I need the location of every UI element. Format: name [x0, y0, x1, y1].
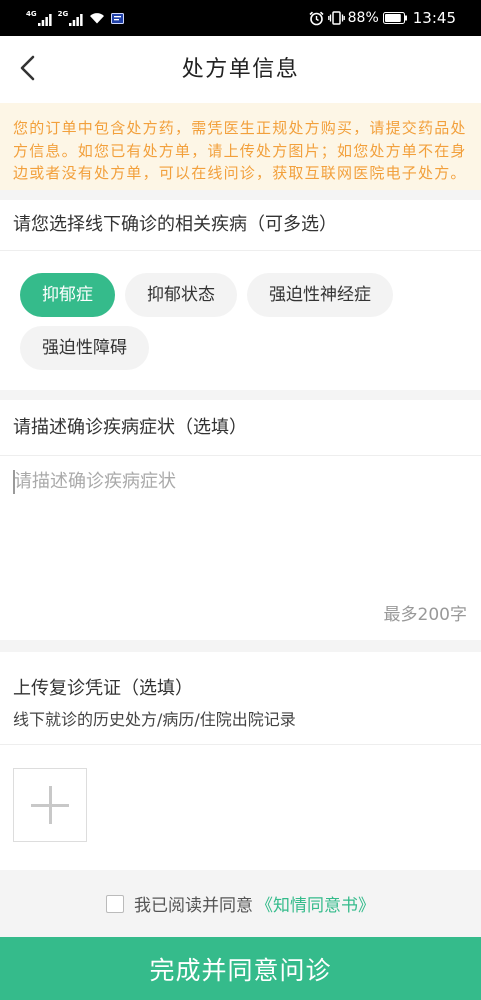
notice-text: 您的订单中包含处方药，需凭医生正规处方购买，请提交药品处方信息。如您已有处方单，…: [13, 119, 467, 182]
agreement-text: 我已阅读并同意: [134, 896, 253, 916]
status-bar-left: 4G 2G: [26, 9, 125, 27]
vibrate-icon: [327, 11, 345, 25]
plus-icon: [31, 786, 69, 824]
wifi-icon: [90, 13, 105, 24]
clock-time: 13:45: [412, 9, 456, 27]
signal-bars-icon: [69, 14, 83, 26]
prescription-notice: 您的订单中包含处方药，需凭医生正规处方购买，请提交药品处方信息。如您已有处方单，…: [0, 103, 481, 190]
agreement-row: 我已阅读并同意 《知情同意书》: [0, 870, 481, 937]
symptom-section: 请描述确诊疾病症状（选填） 最多200字: [0, 400, 481, 640]
nav-header: 处方单信息: [0, 36, 481, 103]
network-type-label: 2G: [57, 10, 69, 18]
disease-chip-depressive-state[interactable]: 抑郁状态: [125, 273, 237, 317]
disease-chip-depression[interactable]: 抑郁症: [20, 273, 115, 317]
informed-consent-link[interactable]: 《知情同意书》: [256, 891, 375, 916]
battery-percent: 88%: [347, 10, 379, 26]
symptom-textarea[interactable]: [0, 456, 481, 606]
status-bar: 4G 2G 88% 13:45: [0, 0, 481, 36]
disease-chip-obsessive-compulsive-disorder[interactable]: 强迫性障碍: [20, 326, 149, 370]
app-notification-icon: [111, 12, 125, 24]
upload-section-subtitle: 线下就诊的历史处方/病历/住院出院记录: [13, 710, 296, 729]
network-indicator-1: 4G: [26, 10, 52, 26]
network-type-label: 4G: [26, 10, 37, 18]
alarm-clock-icon: [309, 11, 324, 25]
upload-image-area: [0, 745, 481, 870]
symptom-section-title: 请描述确诊疾病症状（选填）: [0, 400, 481, 456]
back-button[interactable]: [10, 48, 46, 88]
battery-icon: [382, 12, 407, 24]
status-bar-right: 88% 13:45: [309, 0, 456, 36]
signal-bars-icon: [37, 14, 52, 26]
character-limit: 最多200字: [383, 605, 467, 625]
disease-section: 请您选择线下确诊的相关疾病（可多选） 抑郁症 抑郁状态 强迫性神经症 强迫性障碍: [0, 200, 481, 390]
disease-chip-list: 抑郁症 抑郁状态 强迫性神经症 强迫性障碍: [0, 251, 481, 390]
page-title: 处方单信息: [181, 57, 300, 82]
disease-section-title: 请您选择线下确诊的相关疾病（可多选）: [0, 200, 481, 251]
network-indicator-2: 2G: [58, 10, 84, 26]
upload-section-title: 上传复诊凭证（选填）: [13, 678, 193, 699]
disease-chip-obsessive-compulsive-neurosis[interactable]: 强迫性神经症: [247, 273, 393, 317]
symptom-input-area: 最多200字: [0, 456, 481, 640]
chevron-left-icon: [20, 55, 35, 81]
text-cursor: [13, 470, 15, 494]
upload-section: 上传复诊凭证（选填） 线下就诊的历史处方/病历/住院出院记录: [0, 652, 481, 870]
upload-section-header: 上传复诊凭证（选填） 线下就诊的历史处方/病历/住院出院记录: [0, 652, 481, 745]
submit-consult-button[interactable]: 完成并同意问诊: [0, 937, 481, 1000]
upload-image-button[interactable]: [13, 768, 87, 842]
agreement-checkbox[interactable]: [106, 894, 124, 913]
